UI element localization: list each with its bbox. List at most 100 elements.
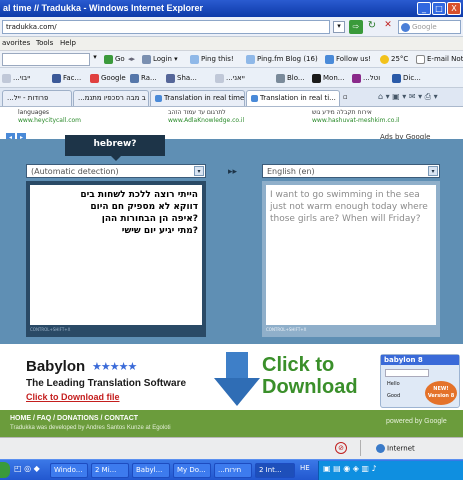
menu-tools[interactable]: Tools bbox=[36, 39, 53, 47]
ad-url: www.hashuvat-meshkim.co.il bbox=[312, 117, 400, 124]
popup-blocked-icon[interactable]: ⊘ bbox=[335, 442, 347, 454]
language-indicator[interactable]: HE bbox=[300, 464, 310, 472]
fav-item[interactable]: Mon... bbox=[312, 72, 344, 84]
nav-arrows-icon[interactable]: ◂▸ bbox=[128, 53, 135, 65]
go-arrow-icon[interactable]: ⇨ bbox=[349, 20, 363, 34]
google-toolbar: ▾ Go ◂▸ Login ▾ Ping this! Ping.fm Blog … bbox=[0, 51, 463, 68]
fav-item[interactable]: Google bbox=[90, 72, 126, 84]
login-label: Login bbox=[153, 55, 172, 63]
pointer-arrow-icon bbox=[110, 155, 122, 161]
toolbar-go-button[interactable]: Go bbox=[104, 53, 125, 65]
tab-active[interactable]: Translation in real ti... bbox=[246, 90, 340, 106]
taskbar-item-label: My Do... bbox=[177, 466, 206, 474]
taskbar-item[interactable]: ...חירוח bbox=[214, 463, 252, 478]
tab-favicon-icon bbox=[155, 94, 162, 102]
chevron-down-icon: ▾ bbox=[194, 166, 204, 176]
babylon-download-link[interactable]: Click to Download file bbox=[26, 392, 120, 402]
dropdown-arrow-icon[interactable]: ▾ bbox=[333, 21, 345, 33]
tab[interactable]: ...מעמים ב מבה רסכפיו מתנמ bbox=[73, 90, 149, 106]
source-line: ?מתי יגיע יום שישי bbox=[121, 226, 198, 236]
source-textarea[interactable]: הייתי רוצה ללכת לשחות בים דווקא לא מספיק… bbox=[30, 185, 202, 325]
refresh-icon[interactable]: ↻ bbox=[365, 20, 379, 34]
toolbar-weather[interactable]: 25°C bbox=[380, 53, 408, 65]
toolbar-search-input[interactable] bbox=[2, 53, 90, 66]
new-tab-icon[interactable]: ▫ bbox=[343, 93, 348, 101]
dictionary-icon bbox=[392, 73, 401, 83]
favorites-bar: ...ייבוי Fac... Google Ra... Sha... ...י… bbox=[0, 68, 463, 88]
facebook-icon bbox=[52, 73, 61, 83]
taskbar-item[interactable]: 2 Mi... bbox=[91, 463, 129, 478]
fav-item[interactable]: Dic... bbox=[392, 72, 421, 84]
menu-help[interactable]: Help bbox=[60, 39, 76, 47]
system-tray: ▣ ▤ ◉ ◈ ▥ ♪ bbox=[318, 461, 463, 480]
toolbar-dropdown-icon[interactable]: ▾ bbox=[90, 53, 100, 66]
target-language-value: English (en) bbox=[267, 167, 315, 176]
source-language-value: (Automatic detection) bbox=[31, 167, 119, 176]
new-version-badge: NEW! Version 8 bbox=[425, 381, 457, 405]
fav-label: Google bbox=[101, 74, 126, 82]
ad-row: languages www.heycitycall.com לתרגום עד ע… bbox=[0, 107, 463, 131]
search-input[interactable]: Google bbox=[398, 20, 461, 34]
status-divider bbox=[360, 440, 361, 456]
fav-item[interactable]: ...ייבוי bbox=[2, 72, 30, 84]
page-icon bbox=[130, 73, 139, 83]
ad-item[interactable]: languages www.heycitycall.com bbox=[18, 109, 81, 125]
babylon-banner[interactable]: Babylon ★★★★★ The Leading Translation So… bbox=[0, 352, 463, 410]
fav-item[interactable]: Blo... bbox=[276, 72, 305, 84]
ping-this-label: Ping this! bbox=[201, 55, 234, 63]
fav-label: Mon... bbox=[323, 74, 345, 82]
tab[interactable]: ...פרודות - ייל bbox=[2, 90, 72, 106]
maximize-button[interactable]: □ bbox=[432, 2, 446, 15]
taskbar-item-label: Babyl... bbox=[136, 466, 163, 474]
start-button[interactable] bbox=[0, 462, 10, 478]
target-text: I want to go swimming in the sea just no… bbox=[270, 190, 428, 224]
sun-icon bbox=[380, 54, 389, 64]
cta-line-1[interactable]: Click to bbox=[262, 354, 334, 376]
ad-item[interactable]: לתרגום עד עמוד הזהב www.AdlaKnowledge.co.… bbox=[168, 109, 244, 125]
ad-item[interactable]: אירוח תקבלה מידע גוש www.hashuvat-meshkim… bbox=[312, 109, 400, 125]
minimize-button[interactable]: _ bbox=[417, 2, 431, 15]
globe-icon bbox=[376, 444, 385, 453]
ad-text: אירוח תקבלה מידע גוש bbox=[312, 109, 372, 116]
tab[interactable]: Translation in real time //... bbox=[150, 90, 245, 106]
taskbar-item-active[interactable]: 2 Int... bbox=[255, 463, 295, 478]
menu-favorites[interactable]: avorites bbox=[2, 39, 30, 47]
tab-bar: ...פרודות - ייל ...מעמים ב מבה רסכפיו מת… bbox=[0, 88, 463, 107]
footer-links[interactable]: HOME / FAQ / DONATIONS / CONTACT bbox=[10, 415, 138, 422]
close-button[interactable]: X bbox=[447, 2, 461, 15]
toolbar-ping-this[interactable]: Ping this! bbox=[190, 53, 234, 65]
stop-icon[interactable]: ✕ bbox=[381, 20, 395, 34]
toolbar-ping-blog[interactable]: Ping.fm Blog (16) bbox=[246, 53, 318, 65]
toolbar-email[interactable]: E-mail Notifier bbox=[416, 53, 463, 65]
toolbar-login-button[interactable]: Login ▾ bbox=[142, 53, 178, 65]
fav-label: Blo... bbox=[287, 74, 305, 82]
page-icon bbox=[276, 73, 285, 83]
fav-item[interactable]: Ra... bbox=[130, 72, 157, 84]
taskbar-item[interactable]: Windo... bbox=[50, 463, 88, 478]
source-language-select[interactable]: (Automatic detection) ▾ bbox=[26, 164, 206, 178]
tab-label: ...פרודות - ייל bbox=[7, 94, 49, 102]
menu-bar: avorites Tools Help bbox=[0, 37, 463, 51]
detected-language-label: hebrew? bbox=[65, 135, 165, 156]
window-title: al time // Tradukka - Windows Internet E… bbox=[3, 3, 203, 13]
source-line: ?איפה הן הבחורות ההן bbox=[101, 214, 198, 224]
swap-arrows-icon[interactable]: ▸▸ bbox=[228, 167, 237, 177]
fav-item[interactable]: Sha... bbox=[166, 72, 197, 84]
quicklaunch-icon[interactable]: ◰ ◎ ◆ bbox=[14, 464, 40, 473]
fav-item[interactable]: ...ייאני bbox=[215, 72, 245, 84]
target-textarea[interactable]: I want to go swimming in the sea just no… bbox=[266, 185, 436, 325]
cta-line-2[interactable]: Download bbox=[262, 376, 358, 398]
fav-item[interactable]: ...וטל bbox=[352, 72, 380, 84]
zone-label: Internet bbox=[387, 444, 415, 453]
page-footer: HOME / FAQ / DONATIONS / CONTACT Tradukk… bbox=[0, 410, 463, 437]
target-language-select[interactable]: English (en) ▾ bbox=[262, 164, 440, 178]
url-text: tradukka.com/ bbox=[6, 23, 57, 31]
home-icon[interactable]: ⌂ ▾ ▣ ▾ ✉ ▾ ⎙ ▾ bbox=[378, 92, 438, 102]
url-input[interactable]: tradukka.com/ bbox=[2, 20, 330, 34]
toolbar-follow[interactable]: Follow us! bbox=[325, 53, 371, 65]
taskbar-item[interactable]: My Do... bbox=[173, 463, 211, 478]
ping-blog-label: Ping.fm Blog (16) bbox=[257, 55, 318, 63]
taskbar-item[interactable]: Babyl... bbox=[132, 463, 170, 478]
tray-icons-icon[interactable]: ▣ ▤ ◉ ◈ ▥ ♪ bbox=[323, 464, 377, 473]
fav-item[interactable]: Fac... bbox=[52, 72, 81, 84]
